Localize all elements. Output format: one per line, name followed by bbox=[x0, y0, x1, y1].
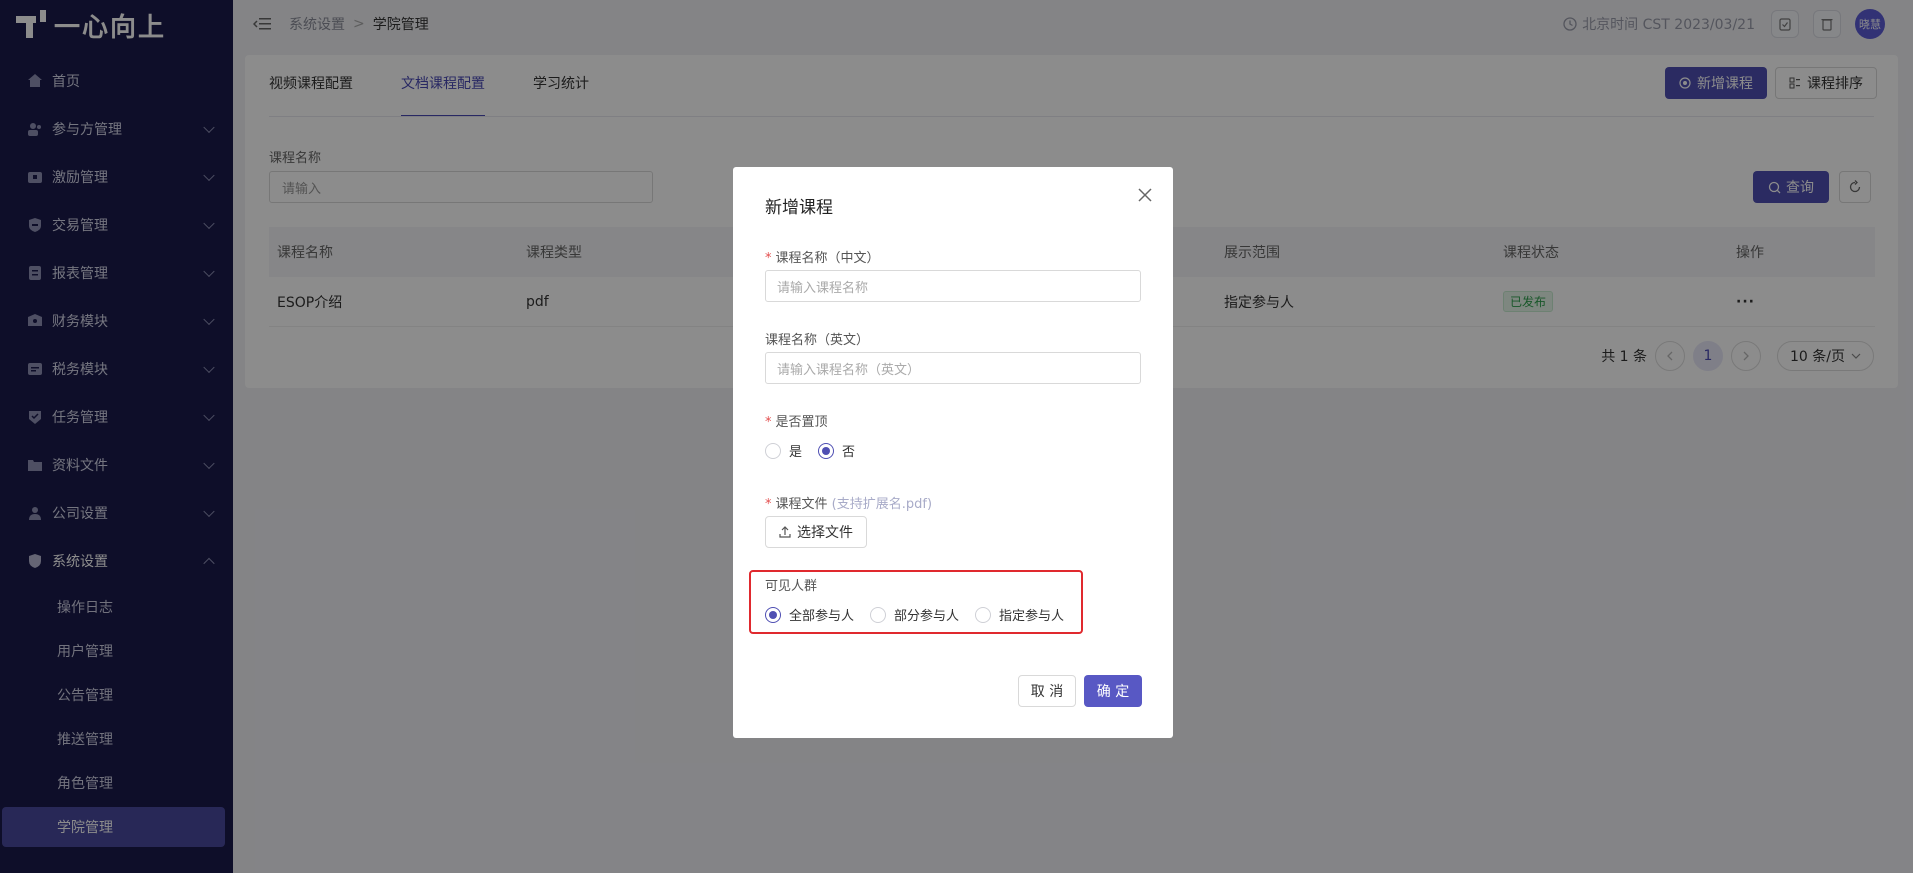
pin-top-label: * 是否置顶 bbox=[765, 411, 828, 430]
audience-partial-radio[interactable]: 部分参与人 bbox=[870, 605, 959, 624]
course-file-label: * 课程文件 (支持扩展名.pdf) bbox=[765, 493, 932, 512]
add-course-dialog: 新增课程 * 课程名称（中文） 请输入课程名称 课程名称（英文） 请输入课程名称（… bbox=[733, 167, 1173, 738]
radio-circle-selected bbox=[818, 442, 835, 459]
label-text: 课程文件 bbox=[775, 497, 828, 512]
radio-label: 否 bbox=[842, 445, 856, 460]
pin-top-radio-group: 是 否 bbox=[765, 441, 871, 460]
select-file-button[interactable]: 选择文件 bbox=[765, 516, 867, 548]
radio-label: 全部参与人 bbox=[789, 609, 855, 624]
course-name-en-label: 课程名称（英文） bbox=[765, 333, 870, 348]
audience-radio-group: 全部参与人 部分参与人 指定参与人 bbox=[765, 605, 1064, 624]
radio-circle-selected bbox=[765, 606, 781, 623]
pin-no-radio[interactable]: 否 bbox=[818, 441, 855, 460]
upload-icon bbox=[779, 526, 791, 538]
select-file-label: 选择文件 bbox=[797, 525, 853, 541]
audience-all-radio[interactable]: 全部参与人 bbox=[765, 605, 854, 624]
file-hint: (支持扩展名.pdf) bbox=[831, 497, 933, 512]
radio-circle bbox=[975, 606, 992, 623]
course-name-en-input[interactable]: 请输入课程名称（英文） bbox=[765, 352, 1141, 384]
radio-circle bbox=[870, 606, 887, 623]
required-mark: * bbox=[765, 497, 772, 512]
pin-yes-radio[interactable]: 是 bbox=[765, 441, 802, 460]
label-text: 是否置顶 bbox=[775, 415, 828, 430]
label-text: 课程名称（中文） bbox=[775, 251, 880, 266]
radio-label: 指定参与人 bbox=[999, 609, 1065, 624]
confirm-button[interactable]: 确 定 bbox=[1084, 675, 1142, 707]
audience-specified-radio[interactable]: 指定参与人 bbox=[975, 605, 1064, 624]
close-icon[interactable] bbox=[1137, 187, 1153, 203]
required-mark: * bbox=[765, 251, 772, 266]
cancel-button[interactable]: 取 消 bbox=[1018, 675, 1076, 707]
radio-label: 是 bbox=[789, 445, 803, 460]
dialog-title: 新增课程 bbox=[765, 198, 833, 218]
audience-label: 可见人群 bbox=[765, 579, 818, 594]
required-mark: * bbox=[765, 415, 772, 430]
course-name-cn-label: * 课程名称（中文） bbox=[765, 247, 880, 266]
course-name-cn-input[interactable]: 请输入课程名称 bbox=[765, 270, 1141, 302]
radio-label: 部分参与人 bbox=[894, 609, 960, 624]
radio-circle bbox=[765, 442, 781, 459]
